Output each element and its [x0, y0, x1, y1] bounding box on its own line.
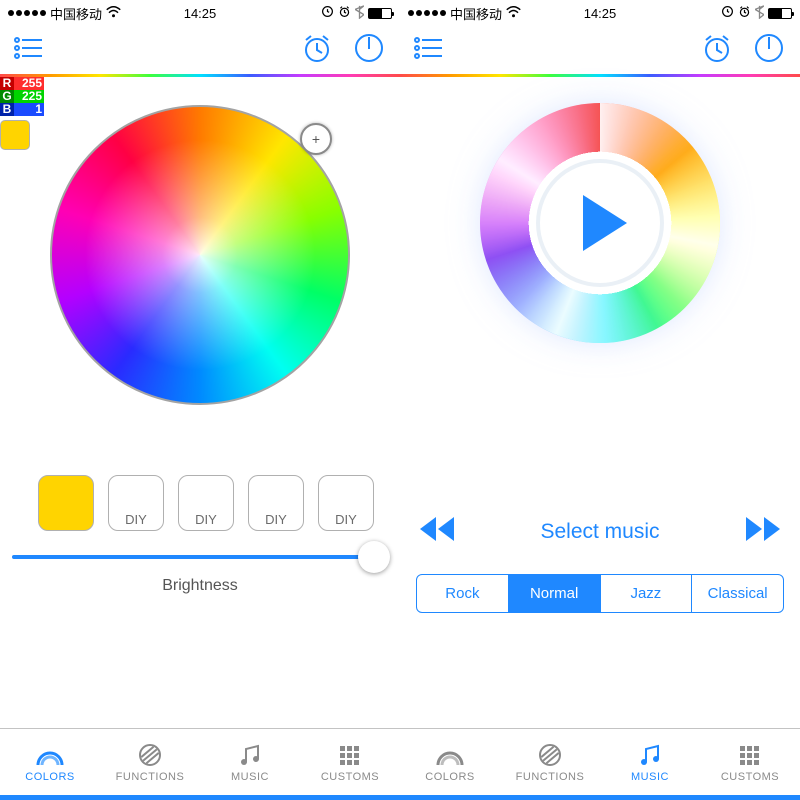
tab-label: FUNCTIONS	[516, 771, 585, 783]
tab-colors[interactable]: COLORS	[0, 729, 100, 795]
alarm-button[interactable]	[700, 31, 734, 70]
tab-functions[interactable]: FUNCTIONS	[500, 729, 600, 795]
grid-icon	[735, 742, 765, 768]
power-button[interactable]	[752, 31, 786, 70]
hatch-circle-icon	[535, 742, 565, 768]
brightness-slider[interactable]	[10, 555, 390, 559]
rotation-lock-icon	[721, 5, 734, 21]
preset-row: DIY DIY DIY DIY	[10, 475, 390, 531]
disc	[480, 103, 720, 343]
tab-label: FUNCTIONS	[116, 771, 185, 783]
tab-label: MUSIC	[631, 771, 669, 783]
tab-label: CUSTOMS	[321, 771, 379, 783]
battery-icon	[368, 8, 392, 19]
select-music-label[interactable]: Select music	[540, 520, 659, 544]
tab-customs[interactable]: CUSTOMS	[700, 729, 800, 795]
accent-line	[0, 795, 400, 800]
play-button[interactable]	[540, 163, 660, 283]
genre-normal[interactable]: Normal	[509, 575, 601, 612]
menu-icon[interactable]	[14, 36, 44, 65]
play-icon	[583, 195, 627, 251]
tab-bar: COLORS FUNCTIONS MUSIC CUSTOMS	[0, 729, 400, 795]
power-button[interactable]	[352, 31, 386, 70]
menu-icon[interactable]	[414, 36, 444, 65]
tab-music[interactable]: MUSIC	[600, 729, 700, 795]
tab-label: COLORS	[425, 771, 474, 783]
tab-customs[interactable]: CUSTOMS	[300, 729, 400, 795]
tab-music[interactable]: MUSIC	[200, 729, 300, 795]
tab-label: COLORS	[25, 771, 74, 783]
tab-bar: COLORS FUNCTIONS MUSIC CUSTOMS	[400, 729, 800, 795]
preset-4[interactable]: DIY	[248, 475, 304, 531]
carrier-label: 中国移动	[450, 4, 502, 23]
brightness-thumb[interactable]	[358, 541, 390, 573]
status-bar: 中国移动 14:25	[400, 0, 800, 26]
color-wheel-handle[interactable]: +	[300, 123, 332, 155]
preset-5[interactable]: DIY	[318, 475, 374, 531]
hatch-circle-icon	[135, 742, 165, 768]
battery-icon	[768, 8, 792, 19]
carrier-label: 中国移动	[50, 4, 102, 23]
nav-bar	[0, 26, 400, 74]
alarm-status-icon	[338, 5, 351, 21]
brightness-label: Brightness	[10, 577, 390, 595]
tab-functions[interactable]: FUNCTIONS	[100, 729, 200, 795]
bluetooth-icon	[755, 5, 764, 22]
wifi-icon	[506, 6, 521, 21]
alarm-status-icon	[738, 5, 751, 21]
genre-jazz[interactable]: Jazz	[601, 575, 693, 612]
tab-colors[interactable]: COLORS	[400, 729, 500, 795]
grid-icon	[335, 742, 365, 768]
preset-2[interactable]: DIY	[108, 475, 164, 531]
color-wheel[interactable]: +	[50, 105, 350, 405]
genre-segmented: Rock Normal Jazz Classical	[416, 574, 784, 613]
prev-track-button[interactable]	[416, 513, 458, 550]
signal-icon	[408, 10, 446, 16]
status-bar: 中国移动 14:25	[0, 0, 400, 26]
preset-3[interactable]: DIY	[178, 475, 234, 531]
nav-bar	[400, 26, 800, 74]
rgb-readout: R255 G225 B1	[0, 77, 44, 150]
music-note-icon	[635, 742, 665, 768]
genre-rock[interactable]: Rock	[417, 575, 509, 612]
bluetooth-icon	[355, 5, 364, 22]
rainbow-icon	[35, 742, 65, 768]
signal-icon	[8, 10, 46, 16]
tab-label: MUSIC	[231, 771, 269, 783]
rainbow-icon	[435, 742, 465, 768]
tab-label: CUSTOMS	[721, 771, 779, 783]
rotation-lock-icon	[321, 5, 334, 21]
preset-1[interactable]	[38, 475, 94, 531]
music-note-icon	[235, 742, 265, 768]
current-color-swatch	[0, 120, 30, 150]
next-track-button[interactable]	[742, 513, 784, 550]
wifi-icon	[106, 6, 121, 21]
rgb-b-value: 1	[14, 103, 44, 116]
accent-line	[400, 795, 800, 800]
genre-classical[interactable]: Classical	[692, 575, 783, 612]
alarm-button[interactable]	[300, 31, 334, 70]
